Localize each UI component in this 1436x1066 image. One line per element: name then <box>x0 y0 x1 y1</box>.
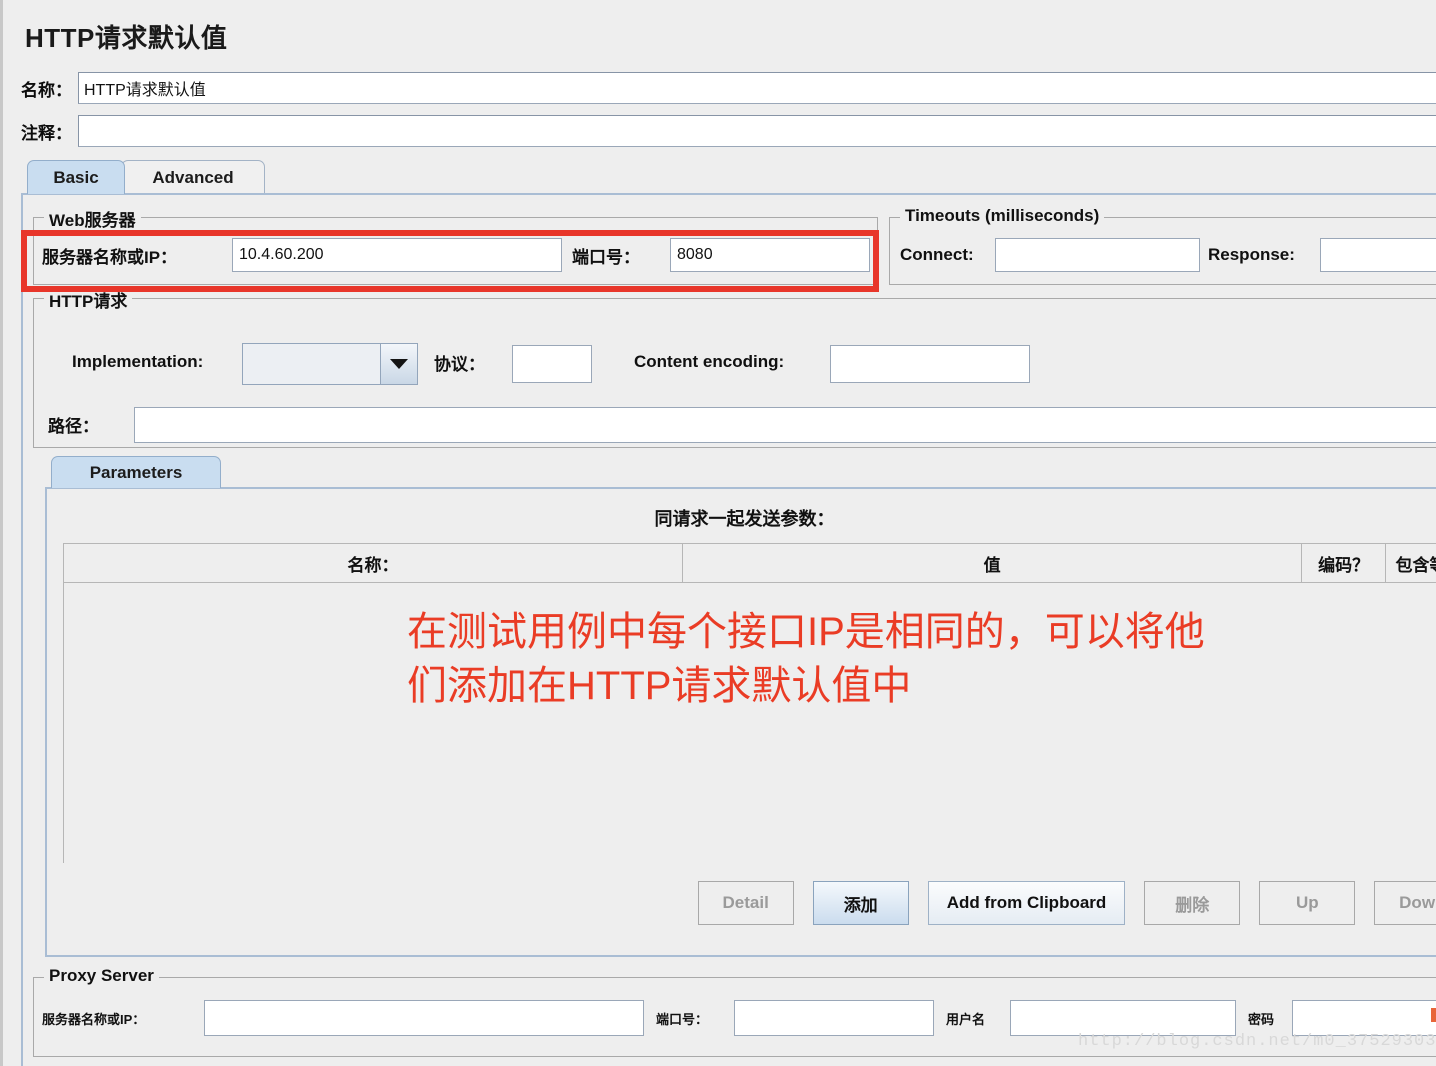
comment-label: 注释： <box>21 119 72 144</box>
add-from-clipboard-button[interactable]: Add from Clipboard <box>928 881 1126 925</box>
http-request-group: HTTP请求 Implementation: 协议： Content encod… <box>33 298 1436 448</box>
proxy-username-label: 用户名 <box>946 1004 985 1032</box>
parameters-table: 名称： 值 编码？ 包含等 <box>63 543 1436 863</box>
content-encoding-input[interactable] <box>830 345 1030 383</box>
proxy-password-input[interactable] <box>1292 1000 1436 1036</box>
name-label: 名称： <box>21 76 72 101</box>
proxy-server-name-input[interactable] <box>204 1000 644 1036</box>
add-button[interactable]: 添加 <box>813 881 909 925</box>
comment-input[interactable] <box>78 115 1436 147</box>
proxy-port-input[interactable] <box>734 1000 934 1036</box>
proxy-server-name-label: 服务器名称或IP： <box>42 1004 145 1032</box>
web-server-group-title: Web服务器 <box>44 206 141 231</box>
connect-timeout-label: Connect: <box>900 240 974 270</box>
page-title: HTTP请求默认值 <box>25 18 227 55</box>
parameters-table-body[interactable] <box>64 583 1436 863</box>
path-input[interactable] <box>134 407 1436 443</box>
implementation-selected-value <box>243 344 380 384</box>
basic-tab-content: Web服务器 服务器名称或IP： 10.4.60.200 端口号： 8080 T… <box>21 193 1436 1066</box>
password-field-red-marker <box>1431 1008 1436 1022</box>
connect-timeout-input[interactable] <box>995 238 1200 272</box>
port-input[interactable]: 8080 <box>670 238 870 272</box>
name-input[interactable]: HTTP请求默认值 <box>78 72 1436 104</box>
chevron-down-icon[interactable] <box>380 344 417 384</box>
parameters-table-header: 名称： 值 编码？ 包含等 <box>64 544 1436 583</box>
port-label: 端口号： <box>572 240 640 270</box>
http-request-defaults-panel: HTTP请求默认值 名称： HTTP请求默认值 注释： Basic Advanc… <box>0 0 1436 1066</box>
tab-advanced[interactable]: Advanced <box>121 160 265 194</box>
column-header-value[interactable]: 值 <box>683 544 1302 582</box>
comment-row: 注释： <box>21 114 1436 148</box>
server-name-input[interactable]: 10.4.60.200 <box>232 238 562 272</box>
protocol-label: 协议： <box>434 347 485 377</box>
parameters-button-bar: Detail 添加 Add from Clipboard 删除 Up Down <box>47 881 1436 925</box>
column-header-include-equals[interactable]: 包含等 <box>1386 544 1436 582</box>
http-request-group-title: HTTP请求 <box>44 287 132 312</box>
delete-button[interactable]: 删除 <box>1144 881 1240 925</box>
down-button[interactable]: Down <box>1374 881 1436 925</box>
proxy-password-label: 密码 <box>1248 1004 1274 1032</box>
detail-button[interactable]: Detail <box>698 881 794 925</box>
column-header-name[interactable]: 名称： <box>64 544 683 582</box>
web-server-group: Web服务器 服务器名称或IP： 10.4.60.200 端口号： 8080 <box>33 217 878 285</box>
protocol-input[interactable] <box>512 345 592 383</box>
implementation-label: Implementation: <box>72 347 203 377</box>
proxy-server-group: Proxy Server 服务器名称或IP： 端口号： 用户名 密码 <box>33 977 1436 1057</box>
parameters-caption: 同请求一起发送参数： <box>47 505 1436 531</box>
tab-basic[interactable]: Basic <box>27 160 125 194</box>
response-timeout-label: Response: <box>1208 240 1295 270</box>
proxy-port-label: 端口号： <box>656 1004 708 1032</box>
implementation-select[interactable] <box>242 343 418 385</box>
content-encoding-label: Content encoding: <box>634 347 784 377</box>
main-tabstrip: Basic Advanced <box>21 160 1436 194</box>
response-timeout-input[interactable] <box>1320 238 1436 272</box>
column-header-encode[interactable]: 编码？ <box>1302 544 1386 582</box>
up-button[interactable]: Up <box>1259 881 1355 925</box>
parameters-panel: 同请求一起发送参数： 名称： 值 编码？ 包含等 Detail 添加 Add f… <box>45 487 1436 957</box>
tab-parameters[interactable]: Parameters <box>51 456 221 488</box>
timeouts-group-title: Timeouts (milliseconds) <box>900 206 1104 226</box>
path-label: 路径： <box>48 409 99 439</box>
server-name-label: 服务器名称或IP： <box>42 240 177 270</box>
proxy-username-input[interactable] <box>1010 1000 1236 1036</box>
name-row: 名称： HTTP请求默认值 <box>21 70 1436 106</box>
timeouts-group: Timeouts (milliseconds) Connect: Respons… <box>889 217 1436 285</box>
proxy-server-group-title: Proxy Server <box>44 966 159 986</box>
